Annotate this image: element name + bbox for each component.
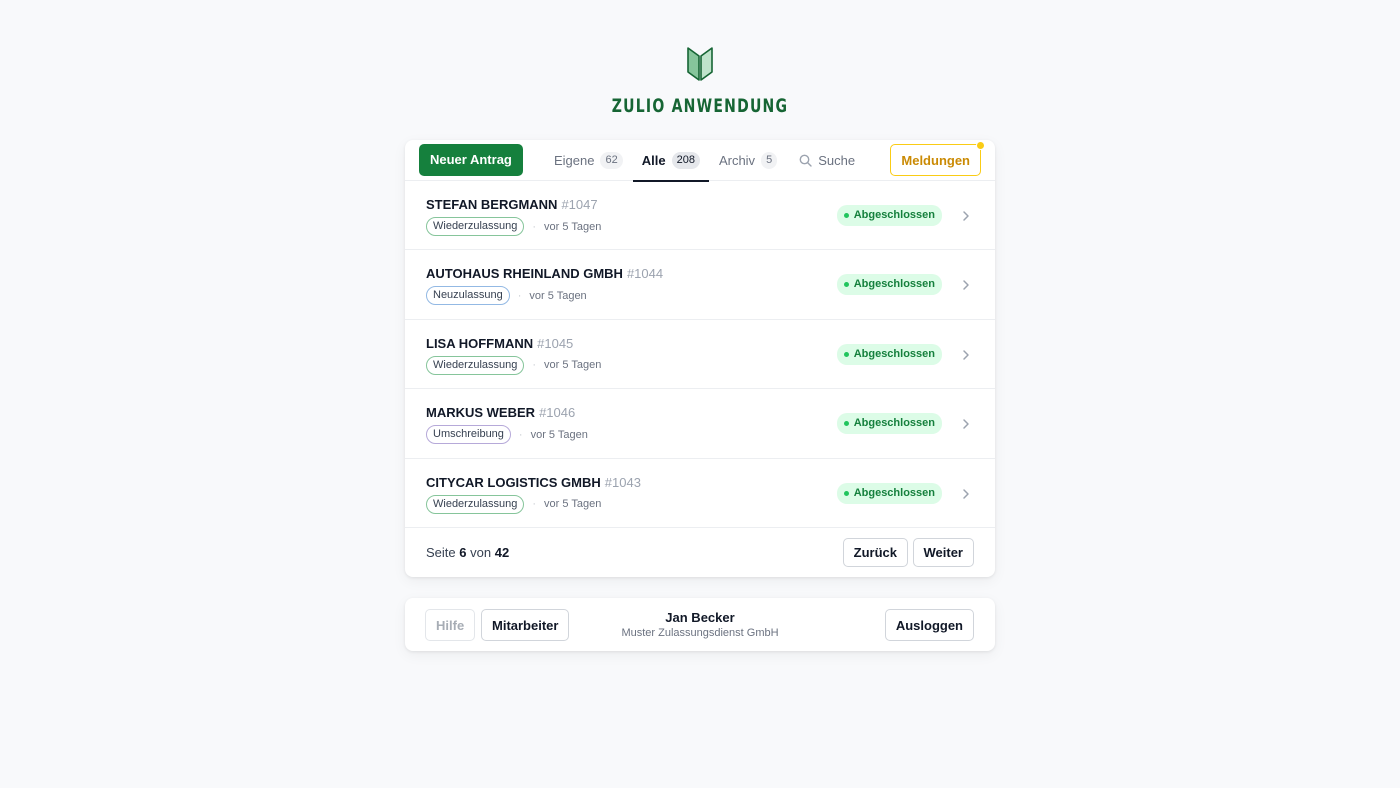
status-badge: Abgeschlossen: [836, 205, 942, 226]
search-tab[interactable]: Suche: [790, 140, 864, 181]
separator-dot: ·: [532, 359, 537, 372]
requests-panel: Neuer Antrag Eigene 62 Alle 208 Archiv 5…: [405, 140, 995, 577]
row-time: vor 5 Tagen: [530, 428, 588, 441]
alerts-button[interactable]: Meldungen: [890, 141, 985, 176]
row-name: AUTOHAUS RHEINLAND GMBH: [426, 266, 623, 282]
row-id: #1043: [604, 474, 641, 490]
type-tag: Umschreibung: [426, 425, 511, 445]
list-item[interactable]: MARKUS WEBER #1046 Umschreibung · vor 5 T…: [405, 389, 995, 459]
app-title: ZULIO ANWENDUNG: [611, 95, 789, 117]
row-name: CITYCAR LOGISTICS GMBH: [426, 474, 601, 490]
chevron-right-icon[interactable]: [961, 417, 971, 431]
page-middle: von: [470, 545, 492, 560]
next-page-button[interactable]: Weiter: [912, 538, 974, 567]
row-id: #1046: [539, 405, 576, 421]
new-request-button[interactable]: Neuer Antrag: [419, 144, 523, 176]
row-title: STEFAN BERGMANN #1047: [426, 197, 598, 212]
chevron-right-icon[interactable]: [961, 278, 971, 292]
toolbar: Neuer Antrag Eigene 62 Alle 208 Archiv 5…: [405, 140, 995, 182]
row-id: #1044: [626, 266, 664, 282]
list-item[interactable]: STEFAN BERGMANN #1047 Wiederzulassung · v…: [405, 181, 995, 251]
search-icon: [799, 154, 812, 167]
total-pages: 42: [494, 545, 510, 560]
page-indicator: Seite 6 von 42: [426, 545, 509, 560]
type-tag: Wiederzulassung: [426, 355, 525, 375]
type-tag: Wiederzulassung: [426, 494, 525, 514]
chevron-right-icon[interactable]: [961, 209, 971, 223]
row-title: CITYCAR LOGISTICS GMBH #1043: [426, 475, 641, 490]
row-title: LISA HOFFMANN #1045: [426, 336, 573, 351]
page-prefix: Seite: [426, 545, 456, 560]
tab-label: Alle: [641, 153, 666, 168]
row-time: vor 5 Tagen: [544, 498, 602, 511]
tab-label: Archiv: [718, 153, 756, 168]
separator-dot: ·: [532, 498, 537, 511]
tab-archiv[interactable]: Archiv 5: [710, 140, 786, 181]
row-meta: Neuzulassung · vor 5 Tagen: [426, 286, 587, 306]
separator-dot: ·: [517, 289, 522, 302]
shield-logo-icon: [687, 47, 713, 81]
row-time: vor 5 Tagen: [529, 289, 587, 302]
row-time: vor 5 Tagen: [544, 220, 602, 233]
filter-tabs: Eigene 62 Alle 208 Archiv 5 Suche: [545, 140, 865, 182]
row-name: STEFAN BERGMANN: [426, 197, 558, 212]
list-item[interactable]: AUTOHAUS RHEINLAND GMBH #1044 Neuzulassun…: [405, 250, 995, 320]
tab-count: 62: [600, 152, 623, 169]
current-page: 6: [459, 545, 467, 560]
row-id: #1047: [561, 197, 598, 212]
row-meta: Umschreibung · vor 5 Tagen: [426, 425, 588, 445]
row-name: MARKUS WEBER: [426, 405, 536, 421]
search-label: Suche: [818, 153, 856, 168]
list-item[interactable]: LISA HOFFMANN #1045 Wiederzulassung · vor…: [405, 320, 995, 390]
status-badge: Abgeschlossen: [836, 343, 942, 365]
chevron-right-icon[interactable]: [961, 487, 971, 501]
brand-header: ZULIO ANWENDUNG: [0, 46, 1400, 117]
type-tag: Neuzulassung: [426, 286, 510, 306]
type-tag: Wiederzulassung: [426, 217, 525, 236]
tab-count: 5: [761, 152, 778, 169]
row-id: #1045: [537, 335, 574, 351]
list-item[interactable]: CITYCAR LOGISTICS GMBH #1043 Wiederzulass…: [405, 459, 995, 528]
tab-label: Eigene: [554, 153, 595, 168]
alerts-label: Meldungen: [901, 152, 970, 168]
status-badge: Abgeschlossen: [836, 413, 942, 435]
status-badge: Abgeschlossen: [836, 274, 942, 296]
status-badge: Abgeschlossen: [836, 482, 942, 504]
pagination: Seite 6 von 42 Zurück Weiter: [405, 527, 995, 577]
row-time: vor 5 Tagen: [544, 359, 602, 372]
notification-dot: [976, 141, 985, 150]
user-footer: Hilfe Mitarbeiter Jan Becker Muster Zula…: [405, 598, 995, 651]
tab-eigene[interactable]: Eigene 62: [545, 140, 632, 181]
row-title: AUTOHAUS RHEINLAND GMBH #1044: [426, 266, 663, 281]
logout-button[interactable]: Ausloggen: [884, 609, 974, 641]
separator-dot: ·: [518, 428, 523, 441]
tab-count: 208: [671, 152, 700, 169]
row-meta: Wiederzulassung · vor 5 Tagen: [426, 217, 601, 236]
chevron-right-icon[interactable]: [961, 348, 971, 362]
row-title: MARKUS WEBER #1046: [426, 405, 575, 420]
separator-dot: ·: [532, 220, 537, 233]
request-list: STEFAN BERGMANN #1047 Wiederzulassung · v…: [405, 181, 995, 528]
row-name: LISA HOFFMANN: [426, 335, 534, 351]
row-meta: Wiederzulassung · vor 5 Tagen: [426, 494, 602, 514]
prev-page-button[interactable]: Zurück: [842, 538, 908, 567]
tab-alle[interactable]: Alle 208: [632, 140, 710, 182]
row-meta: Wiederzulassung · vor 5 Tagen: [426, 355, 602, 375]
